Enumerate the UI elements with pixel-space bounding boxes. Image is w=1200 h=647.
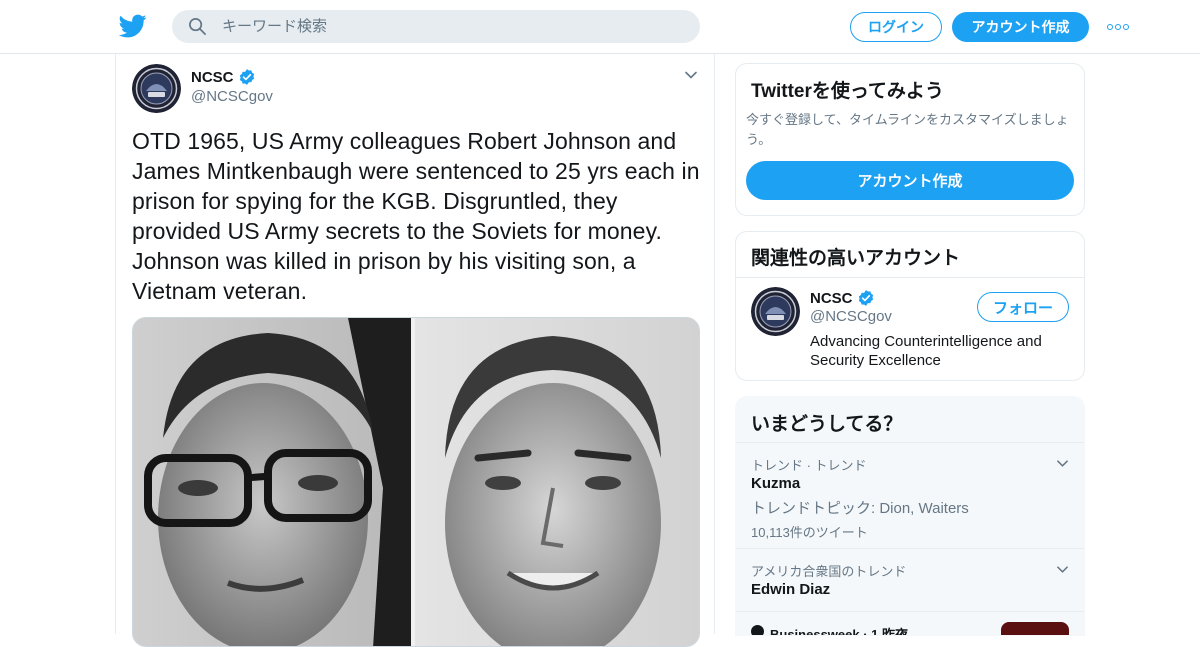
- signup-card-description: 今すぐ登録して、タイムラインをカスタマイズしましょう。: [746, 112, 1069, 147]
- related-account-handle[interactable]: @NCSCgov: [810, 308, 892, 325]
- top-navigation: ログイン アカウント作成: [0, 0, 1200, 54]
- trends-title: いまどうしてる？: [751, 414, 903, 435]
- trend-meta: トレンド · トレンド: [751, 458, 867, 473]
- more-options-icon[interactable]: [1107, 20, 1131, 34]
- photo-image: [133, 318, 699, 646]
- related-accounts-card: 関連性の高いアカウント NCSC @NCSCgov フォロー Advancing…: [735, 231, 1085, 381]
- trend-item[interactable]: アメリカ合衆国のトレンド Edwin Diaz: [736, 548, 1084, 611]
- verified-badge-icon: [239, 69, 254, 85]
- verified-badge-icon: [858, 290, 873, 306]
- businessweek-avatar-icon: [751, 625, 764, 635]
- search-box[interactable]: [172, 10, 700, 43]
- trend-thumbnail[interactable]: [1001, 622, 1069, 635]
- twitter-logo-icon[interactable]: [119, 12, 147, 40]
- divider: [736, 277, 1084, 278]
- avatar[interactable]: [751, 287, 800, 336]
- tweet-text: OTD 1965, US Army colleagues Robert John…: [132, 128, 700, 304]
- trends-card: いまどうしてる？ トレンド · トレンド Kuzma トレンドトピック: Dio…: [735, 396, 1085, 636]
- tweet-panel: NCSC @NCSCgov OTD 1965, US Army colleagu…: [115, 54, 715, 647]
- trend-topic: トレンドトピック: Dion, Waiters: [751, 500, 969, 517]
- signup-button[interactable]: アカウント作成: [952, 12, 1089, 42]
- trend-item[interactable]: トレンド · トレンド Kuzma トレンドトピック: Dion, Waiter…: [736, 442, 1084, 549]
- ncsc-seal-icon: [132, 64, 181, 113]
- login-button[interactable]: ログイン: [850, 12, 942, 42]
- tweet-photo[interactable]: [132, 317, 700, 647]
- trend-item[interactable]: Businessweek · 1 昨夜: [736, 611, 1084, 636]
- trend-tweet-count: 10,113件のツイート: [751, 525, 868, 540]
- avatar[interactable]: [132, 64, 181, 113]
- trend-name[interactable]: Kuzma: [751, 475, 800, 492]
- chevron-down-icon[interactable]: [1056, 457, 1069, 470]
- trend-meta: アメリカ合衆国のトレンド: [751, 564, 907, 579]
- related-account-bio: Advancing Counterintelligence and Securi…: [810, 333, 1042, 369]
- signup-card-button[interactable]: アカウント作成: [746, 161, 1074, 200]
- chevron-down-icon[interactable]: [1056, 563, 1069, 576]
- signup-card-title: Twitterを使ってみよう: [751, 81, 944, 102]
- trend-meta: Businessweek · 1 昨夜: [770, 627, 908, 636]
- trend-name[interactable]: Edwin Diaz: [751, 581, 830, 598]
- follow-button[interactable]: フォロー: [977, 292, 1069, 322]
- signup-card: Twitterを使ってみよう 今すぐ登録して、タイムラインをカスタマイズしましょ…: [735, 63, 1085, 216]
- related-account-name[interactable]: NCSC: [810, 289, 875, 307]
- search-input[interactable]: [222, 10, 682, 43]
- author-name-text[interactable]: NCSC: [191, 69, 234, 86]
- related-accounts-title: 関連性の高いアカウント: [751, 248, 961, 269]
- tweet-author-handle[interactable]: @NCSCgov: [191, 88, 273, 105]
- search-icon: [189, 18, 206, 35]
- tweet-author-name[interactable]: NCSC: [191, 68, 256, 86]
- ncsc-seal-icon: [751, 287, 800, 336]
- chevron-down-icon[interactable]: [684, 68, 698, 82]
- related-account-name-text[interactable]: NCSC: [810, 290, 853, 307]
